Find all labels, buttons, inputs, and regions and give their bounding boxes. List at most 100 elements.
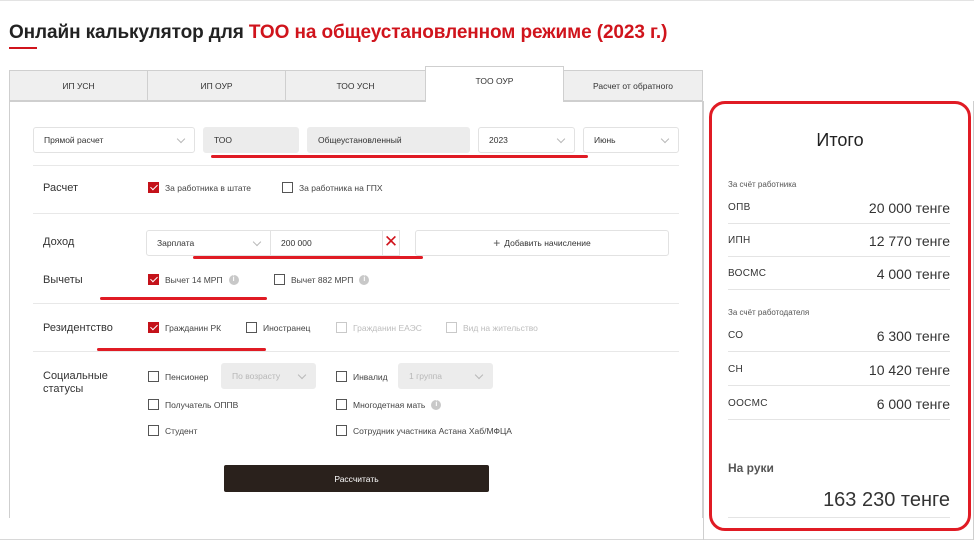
entity-value: ТОО <box>214 135 233 145</box>
chevron-down-icon <box>474 370 484 380</box>
checkbox-label: Пенсионер <box>165 371 209 382</box>
checkbox-label: Гражданин РК <box>165 322 222 333</box>
deduction-14mrp-checkbox[interactable]: Вычет 14 МРП i <box>148 274 239 285</box>
checkbox-icon <box>336 399 347 410</box>
checkbox-label: За работника в штате <box>165 182 251 193</box>
result-row-vosms: ВОСМС 4 000 тенге <box>728 258 950 290</box>
net-salary-value: 163 230 тенге <box>728 482 950 518</box>
year-value: 2023 <box>489 135 508 145</box>
add-accrual-label: Добавить начисление <box>504 238 591 248</box>
deduction-882mrp-checkbox[interactable]: Вычет 882 МРП i <box>274 274 370 285</box>
month-select[interactable]: Июнь <box>583 127 679 153</box>
calc-label: Расчет <box>43 182 78 194</box>
title-underline <box>9 47 37 49</box>
disabled-person-checkbox[interactable]: Инвалид <box>336 371 388 382</box>
income-type-select[interactable]: Зарплата <box>146 230 271 256</box>
astana-hub-employee-checkbox[interactable]: Сотрудник участника Астана Хаб/МФЦА <box>336 425 512 436</box>
result-value: 20 000 тенге <box>868 199 950 216</box>
pension-type-value: По возрасту <box>232 371 281 381</box>
add-accrual-button[interactable]: + Добавить начисление <box>415 230 669 256</box>
checkbox-icon <box>274 274 285 285</box>
oppv-recipient-checkbox[interactable]: Получатель ОППВ <box>148 399 238 410</box>
income-amount-input[interactable]: 200 000 <box>270 230 383 256</box>
checkbox-label: Получатель ОППВ <box>165 399 239 410</box>
checkbox-icon <box>246 322 257 333</box>
highlight-mark <box>211 155 588 158</box>
income-type-value: Зарплата <box>157 238 195 248</box>
student-checkbox[interactable]: Студент <box>148 425 197 436</box>
chevron-down-icon <box>176 134 186 144</box>
tab-ip-our[interactable]: ИП ОУР <box>147 70 286 101</box>
chevron-down-icon <box>556 134 566 144</box>
result-row-sn: СН 10 420 тенге <box>728 354 950 386</box>
result-value: 6 000 тенге <box>876 395 950 412</box>
result-title: Итого <box>816 130 864 150</box>
gph-employee-checkbox[interactable]: За работника на ГПХ <box>282 182 383 193</box>
title-accent: ТОО на общеустановленном режиме (2023 г.… <box>248 22 668 43</box>
info-icon[interactable]: i <box>431 399 442 410</box>
chevron-down-icon <box>660 134 670 144</box>
year-select[interactable]: 2023 <box>478 127 575 153</box>
disability-group-select: 1 группа <box>398 363 493 389</box>
result-value: 4 000 тенге <box>876 265 950 282</box>
regime-value: Общеустановленный <box>318 135 402 145</box>
staff-employee-checkbox[interactable]: За работника в штате <box>148 182 251 193</box>
divider <box>33 213 679 214</box>
title-prefix: Онлайн калькулятор для <box>9 22 249 43</box>
result-card: Итого За счёт работника ОПВ 20 000 тенге … <box>709 101 971 531</box>
checkbox-icon <box>148 371 159 382</box>
large-family-mother-checkbox[interactable]: Многодетная мать i <box>336 399 442 410</box>
eaeu-citizen-checkbox: Гражданин ЕАЭС <box>336 322 422 333</box>
disability-group-value: 1 группа <box>409 371 443 381</box>
highlight-mark <box>100 297 267 300</box>
checkbox-label: Сотрудник участника Астана Хаб/МФЦА <box>353 425 512 436</box>
tab-too-usn[interactable]: ТОО УСН <box>285 70 426 101</box>
employee-section-label: За счёт работника <box>728 180 797 189</box>
checkbox-icon <box>336 425 347 436</box>
tab-too-our[interactable]: ТОО ОУР <box>425 66 564 102</box>
calc-type-select[interactable]: Прямой расчет <box>33 127 195 153</box>
result-row-opv: ОПВ 20 000 тенге <box>728 192 950 224</box>
info-icon[interactable]: i <box>359 274 370 285</box>
chevron-down-icon <box>252 237 262 247</box>
pension-type-select: По возрасту <box>221 363 316 389</box>
checkbox-icon <box>148 425 159 436</box>
checkbox-checked-icon <box>148 182 159 193</box>
foreigner-checkbox[interactable]: Иностранец <box>246 322 310 333</box>
page-title: Онлайн калькулятор для ТОО на общеустано… <box>9 22 667 44</box>
result-value: 6 300 тенге <box>876 327 950 344</box>
result-row-ipn: ИПН 12 770 тенге <box>728 225 950 257</box>
checkbox-label: Студент <box>165 425 198 436</box>
chevron-down-icon <box>297 370 307 380</box>
calculate-button[interactable]: Рассчитать <box>224 465 489 492</box>
checkbox-label: За работника на ГПХ <box>299 182 383 193</box>
citizen-rk-checkbox[interactable]: Гражданин РК <box>148 322 221 333</box>
checkbox-checked-icon <box>148 322 159 333</box>
tab-reverse-calc[interactable]: Расчет от обратного <box>563 70 703 101</box>
calc-type-value: Прямой расчет <box>44 135 104 145</box>
checkbox-label: Вычет 14 МРП <box>165 274 223 285</box>
checkbox-label: Иностранец <box>263 322 311 333</box>
tab-ip-usn[interactable]: ИП УСН <box>9 70 148 101</box>
checkbox-label: Инвалид <box>353 371 388 382</box>
divider <box>33 303 679 304</box>
deductions-label: Вычеты <box>43 274 83 286</box>
clear-icon[interactable]: ✕ <box>382 233 400 251</box>
result-key: ООСМС <box>728 398 768 409</box>
highlight-mark <box>193 256 423 259</box>
top-border <box>0 0 974 1</box>
checkbox-checked-icon <box>148 274 159 285</box>
result-value: 10 420 тенге <box>868 361 950 378</box>
employer-section-label: За счёт работодателя <box>728 308 810 317</box>
social-status-label: Социальные статусы <box>43 370 108 395</box>
divider <box>33 165 679 166</box>
info-icon[interactable]: i <box>228 274 239 285</box>
regime-field: Общеустановленный <box>307 127 470 153</box>
result-key: ИПН <box>728 235 751 246</box>
checkbox-icon <box>446 322 457 333</box>
pensioner-checkbox[interactable]: Пенсионер <box>148 371 208 382</box>
month-value: Июнь <box>594 135 616 145</box>
checkbox-label: Вид на жительство <box>463 322 538 333</box>
residence-permit-checkbox: Вид на жительство <box>446 322 538 333</box>
net-salary-label: На руки <box>728 461 774 475</box>
